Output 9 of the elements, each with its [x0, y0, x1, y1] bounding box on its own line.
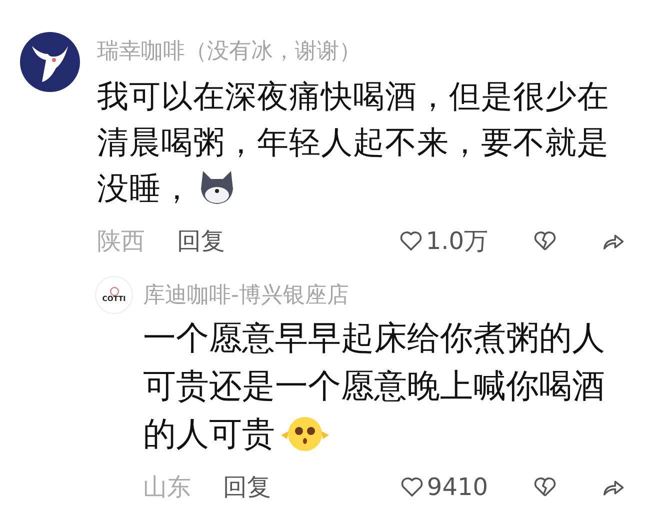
location-text: 山东: [143, 472, 191, 503]
like-count: 9410: [426, 473, 488, 501]
avatar[interactable]: [20, 32, 80, 92]
comment-text: 我可以在深夜痛快喝酒，但是很少在清晨喝粥，年轻人起不来，要不就是没睡，: [97, 78, 610, 209]
like-count: 1.0万: [426, 226, 488, 257]
reply-link[interactable]: 回复: [177, 225, 225, 257]
reply-link[interactable]: 回复: [223, 471, 271, 503]
location-text: 陕西: [97, 226, 145, 257]
comment-text: 一个愿意早早起床给你煮粥的人可贵还是一个愿意晚上喊你喝酒的人可贵: [143, 317, 606, 455]
